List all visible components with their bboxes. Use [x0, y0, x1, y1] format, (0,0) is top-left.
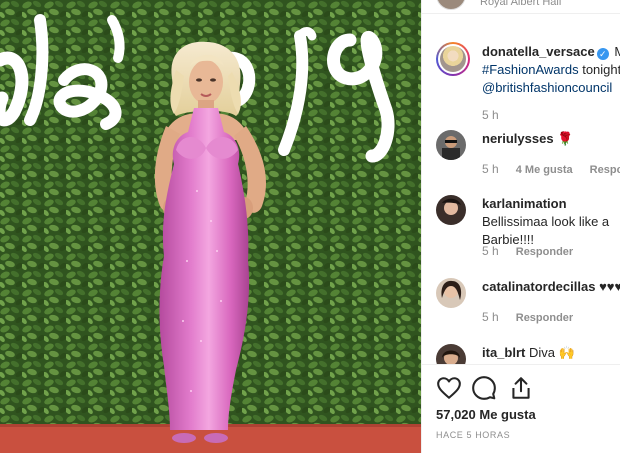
heart-icon[interactable]	[436, 375, 462, 401]
comment-icon[interactable]	[471, 375, 497, 401]
comment-text: Bellissimaa look like a Barbie!!!!	[482, 214, 610, 247]
comment-username[interactable]: neriulysses	[482, 131, 554, 146]
comment-meta: 5 h 4 Me gusta Responder	[482, 162, 620, 176]
comments-list[interactable]: donatella_versace✓ My #FashionAwards ton…	[422, 14, 620, 364]
comment-text: 🌹	[557, 131, 574, 146]
post-photo-illustration	[0, 0, 421, 453]
location-link[interactable]: Royal Albert Hall	[480, 0, 561, 8]
comment-meta: 5 h Responder	[482, 244, 587, 258]
caption-avatar[interactable]	[436, 42, 470, 76]
comment-body: karlanimation Bellissimaa look like a Ba…	[482, 195, 620, 249]
comment-time: 5 h	[482, 162, 499, 176]
comment-avatar[interactable]	[436, 344, 466, 364]
comment-time: 5 h	[482, 244, 499, 258]
verified-badge-icon: ✓	[596, 48, 609, 60]
caption-text-start: My	[614, 44, 620, 59]
post-actions: 57,020 Me gusta HACE 5 HORAS	[422, 364, 620, 453]
comment-username[interactable]: ita_blrt	[482, 345, 525, 360]
comment-meta: 5 h Responder	[482, 310, 587, 324]
posted-time[interactable]: HACE 5 HORAS	[436, 430, 510, 440]
post-header: Royal Albert Hall	[422, 0, 620, 14]
reply-button[interactable]: Responder	[590, 164, 620, 176]
comment-text: ♥♥♥	[599, 279, 620, 294]
caption-username[interactable]: donatella_versace	[482, 44, 595, 59]
mention-link[interactable]: @britishfashioncouncil	[482, 80, 612, 95]
comment-likes[interactable]: 4 Me gusta	[516, 164, 573, 176]
comment-username[interactable]: karlanimation	[482, 196, 567, 211]
likes-count[interactable]: 57,020 Me gusta	[436, 407, 536, 422]
caption-text: donatella_versace✓ My #FashionAwards ton…	[482, 43, 620, 97]
header-avatar[interactable]	[436, 0, 466, 10]
caption-time: 5 h	[482, 108, 499, 122]
reply-button[interactable]: Responder	[516, 312, 573, 324]
hashtag-link[interactable]: #FashionAwards	[482, 62, 579, 77]
comment-time: 5 h	[482, 310, 499, 324]
comments-panel: Royal Albert Hall donatella_versace✓ My …	[421, 0, 620, 453]
reply-button[interactable]: Responder	[516, 246, 573, 258]
comment-avatar[interactable]	[436, 130, 466, 160]
comment-avatar[interactable]	[436, 195, 466, 225]
comment-body: ita_blrt Diva 🙌	[482, 344, 620, 362]
comment-text: Diva 🙌	[528, 345, 575, 360]
comment-body: neriulysses 🌹	[482, 130, 620, 148]
comment-avatar[interactable]	[436, 278, 466, 308]
comment-body: catalinatordecillas ♥♥♥	[482, 278, 620, 296]
caption-text-mid: tonight!	[582, 62, 620, 77]
comment-username[interactable]: catalinatordecillas	[482, 279, 595, 294]
share-icon[interactable]	[508, 375, 534, 401]
post-image[interactable]	[0, 0, 421, 453]
